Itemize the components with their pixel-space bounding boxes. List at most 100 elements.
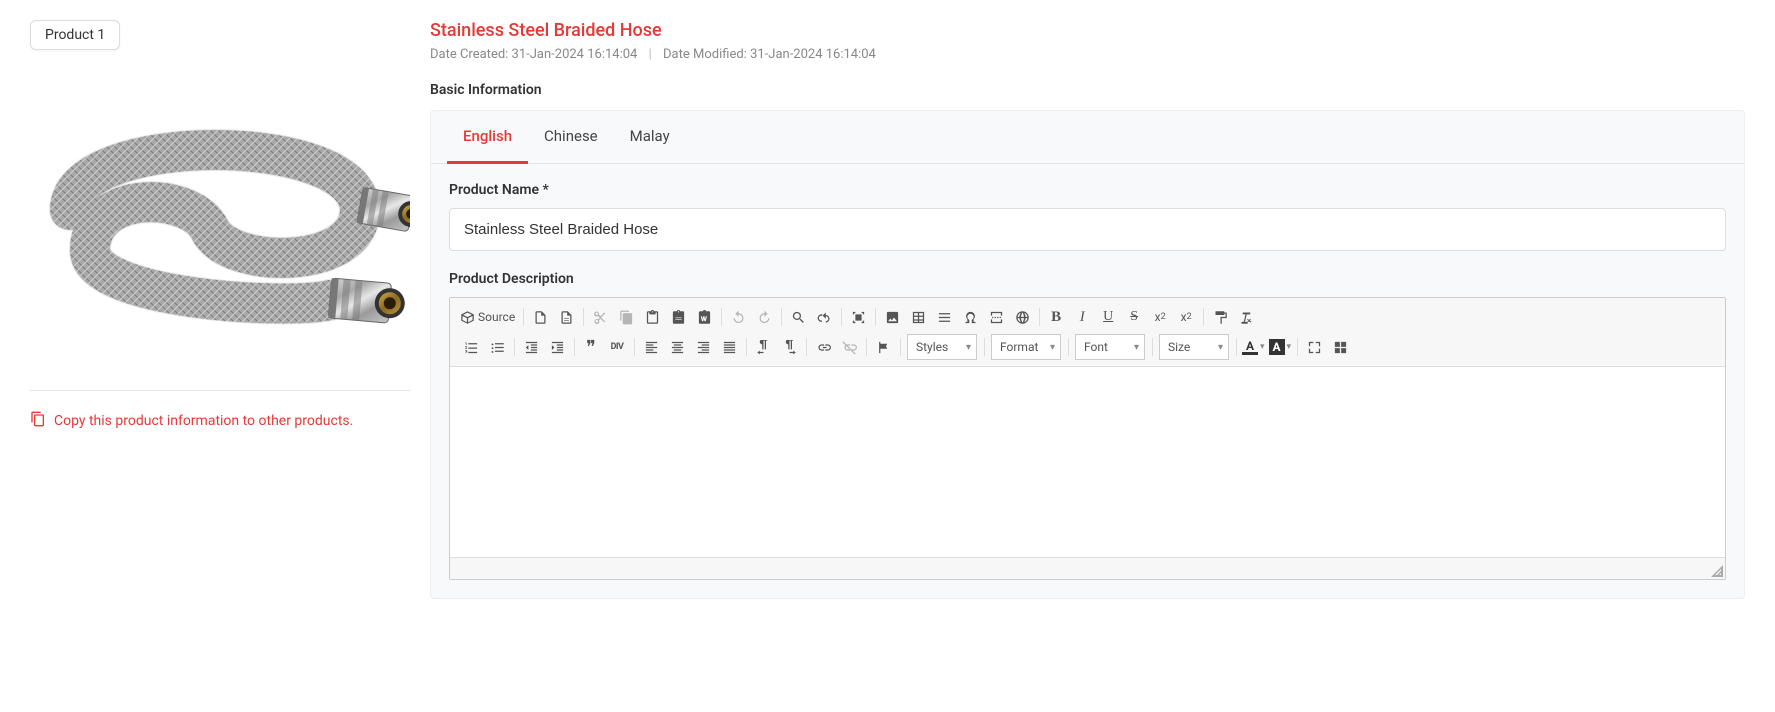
indent-icon: [550, 340, 565, 355]
remove-format-button[interactable]: [1233, 304, 1259, 330]
source-button[interactable]: Source: [458, 304, 519, 330]
new-page-button[interactable]: [527, 304, 553, 330]
blockquote-button[interactable]: ❞: [578, 334, 604, 360]
product-name-label: Product Name *: [449, 182, 1726, 198]
paste-text-button[interactable]: [665, 304, 691, 330]
maximize-button[interactable]: [1301, 334, 1327, 360]
product-title: Stainless Steel Braided Hose: [430, 20, 1745, 41]
size-select[interactable]: Size: [1159, 334, 1229, 360]
resize-icon: [1711, 565, 1723, 577]
show-blocks-button[interactable]: [1327, 334, 1353, 360]
anchor-button[interactable]: [870, 334, 896, 360]
table-icon: [911, 310, 926, 325]
tab-english[interactable]: English: [447, 111, 528, 164]
italic-button[interactable]: I: [1069, 304, 1095, 330]
select-all-button[interactable]: [845, 304, 871, 330]
outdent-icon: [524, 340, 539, 355]
source-icon: [460, 310, 475, 325]
unlink-button[interactable]: [836, 334, 862, 360]
date-modified-value: 31-Jan-2024 16:14:04: [750, 47, 876, 62]
subscript-button[interactable]: x2: [1147, 304, 1173, 330]
section-basic-info: Basic Information: [430, 82, 1745, 98]
maximize-icon: [1307, 340, 1322, 355]
paste-word-button[interactable]: [691, 304, 717, 330]
date-created-value: 31-Jan-2024 16:14:04: [512, 47, 638, 62]
tab-chinese[interactable]: Chinese: [528, 111, 614, 164]
copy-button[interactable]: [613, 304, 639, 330]
table-button[interactable]: [905, 304, 931, 330]
product-name-input[interactable]: [449, 208, 1726, 251]
date-modified-label: Date Modified:: [663, 47, 747, 62]
paint-roller-icon: [1213, 310, 1228, 325]
copy-link-label: Copy this product information to other p…: [54, 413, 353, 429]
hr-icon: [937, 310, 952, 325]
align-center-icon: [670, 340, 685, 355]
copy-product-link[interactable]: Copy this product information to other p…: [30, 411, 410, 431]
cut-icon: [593, 310, 608, 325]
unlink-icon: [842, 340, 857, 355]
templates-button[interactable]: [553, 304, 579, 330]
undo-button[interactable]: [725, 304, 751, 330]
link-button[interactable]: [810, 334, 836, 360]
font-select[interactable]: Font: [1075, 334, 1145, 360]
image-button[interactable]: [879, 304, 905, 330]
image-icon: [885, 310, 900, 325]
divider: [30, 390, 410, 391]
chevron-down-icon: ▾: [1287, 342, 1292, 352]
align-center-button[interactable]: [664, 334, 690, 360]
find-button[interactable]: [785, 304, 811, 330]
date-created-label: Date Created:: [430, 47, 508, 62]
strike-button[interactable]: S: [1121, 304, 1147, 330]
ltr-button[interactable]: [750, 334, 776, 360]
numbered-list-button[interactable]: [458, 334, 484, 360]
superscript-button[interactable]: x2: [1173, 304, 1199, 330]
new-page-icon: [533, 310, 548, 325]
align-justify-icon: [722, 340, 737, 355]
bold-button[interactable]: B: [1043, 304, 1069, 330]
indent-button[interactable]: [544, 334, 570, 360]
copy-icon: [30, 411, 46, 431]
ul-icon: [490, 340, 505, 355]
editor-footer: [450, 557, 1725, 579]
cut-button[interactable]: [587, 304, 613, 330]
iframe-button[interactable]: [1009, 304, 1035, 330]
bg-color-button[interactable]: A ▾: [1267, 334, 1294, 360]
page-break-button[interactable]: [983, 304, 1009, 330]
text-color-button[interactable]: A ▾: [1240, 334, 1267, 360]
styles-select[interactable]: Styles: [907, 334, 977, 360]
redo-button[interactable]: [751, 304, 777, 330]
tab-malay[interactable]: Malay: [614, 111, 686, 164]
ol-icon: [464, 340, 479, 355]
rtl-icon: [782, 340, 797, 355]
format-select[interactable]: Format: [991, 334, 1061, 360]
bg-color-icon: A: [1269, 339, 1285, 355]
align-justify-button[interactable]: [716, 334, 742, 360]
editor-body[interactable]: [450, 367, 1725, 557]
hr-button[interactable]: [931, 304, 957, 330]
align-right-button[interactable]: [690, 334, 716, 360]
rtl-button[interactable]: [776, 334, 802, 360]
align-left-button[interactable]: [638, 334, 664, 360]
chevron-down-icon: ▾: [1260, 342, 1265, 352]
flag-icon: [876, 340, 891, 355]
replace-icon: [817, 310, 832, 325]
div-button[interactable]: DIV: [604, 334, 630, 360]
bullet-list-button[interactable]: [484, 334, 510, 360]
product-description-label: Product Description: [449, 271, 1726, 287]
language-tabs: English Chinese Malay: [431, 111, 1744, 164]
underline-button[interactable]: U: [1095, 304, 1121, 330]
replace-button[interactable]: [811, 304, 837, 330]
rich-text-editor: Source: [449, 297, 1726, 580]
copy-format-button[interactable]: [1207, 304, 1233, 330]
omega-icon: [963, 310, 978, 325]
product-tab[interactable]: Product 1: [30, 20, 120, 50]
paste-button[interactable]: [639, 304, 665, 330]
editor-toolbar: Source: [450, 298, 1725, 367]
select-all-icon: [851, 310, 866, 325]
paste-icon: [645, 310, 660, 325]
outdent-button[interactable]: [518, 334, 544, 360]
page-break-icon: [989, 310, 1004, 325]
special-char-button[interactable]: [957, 304, 983, 330]
resize-handle[interactable]: [1711, 565, 1723, 577]
remove-format-icon: [1239, 310, 1254, 325]
